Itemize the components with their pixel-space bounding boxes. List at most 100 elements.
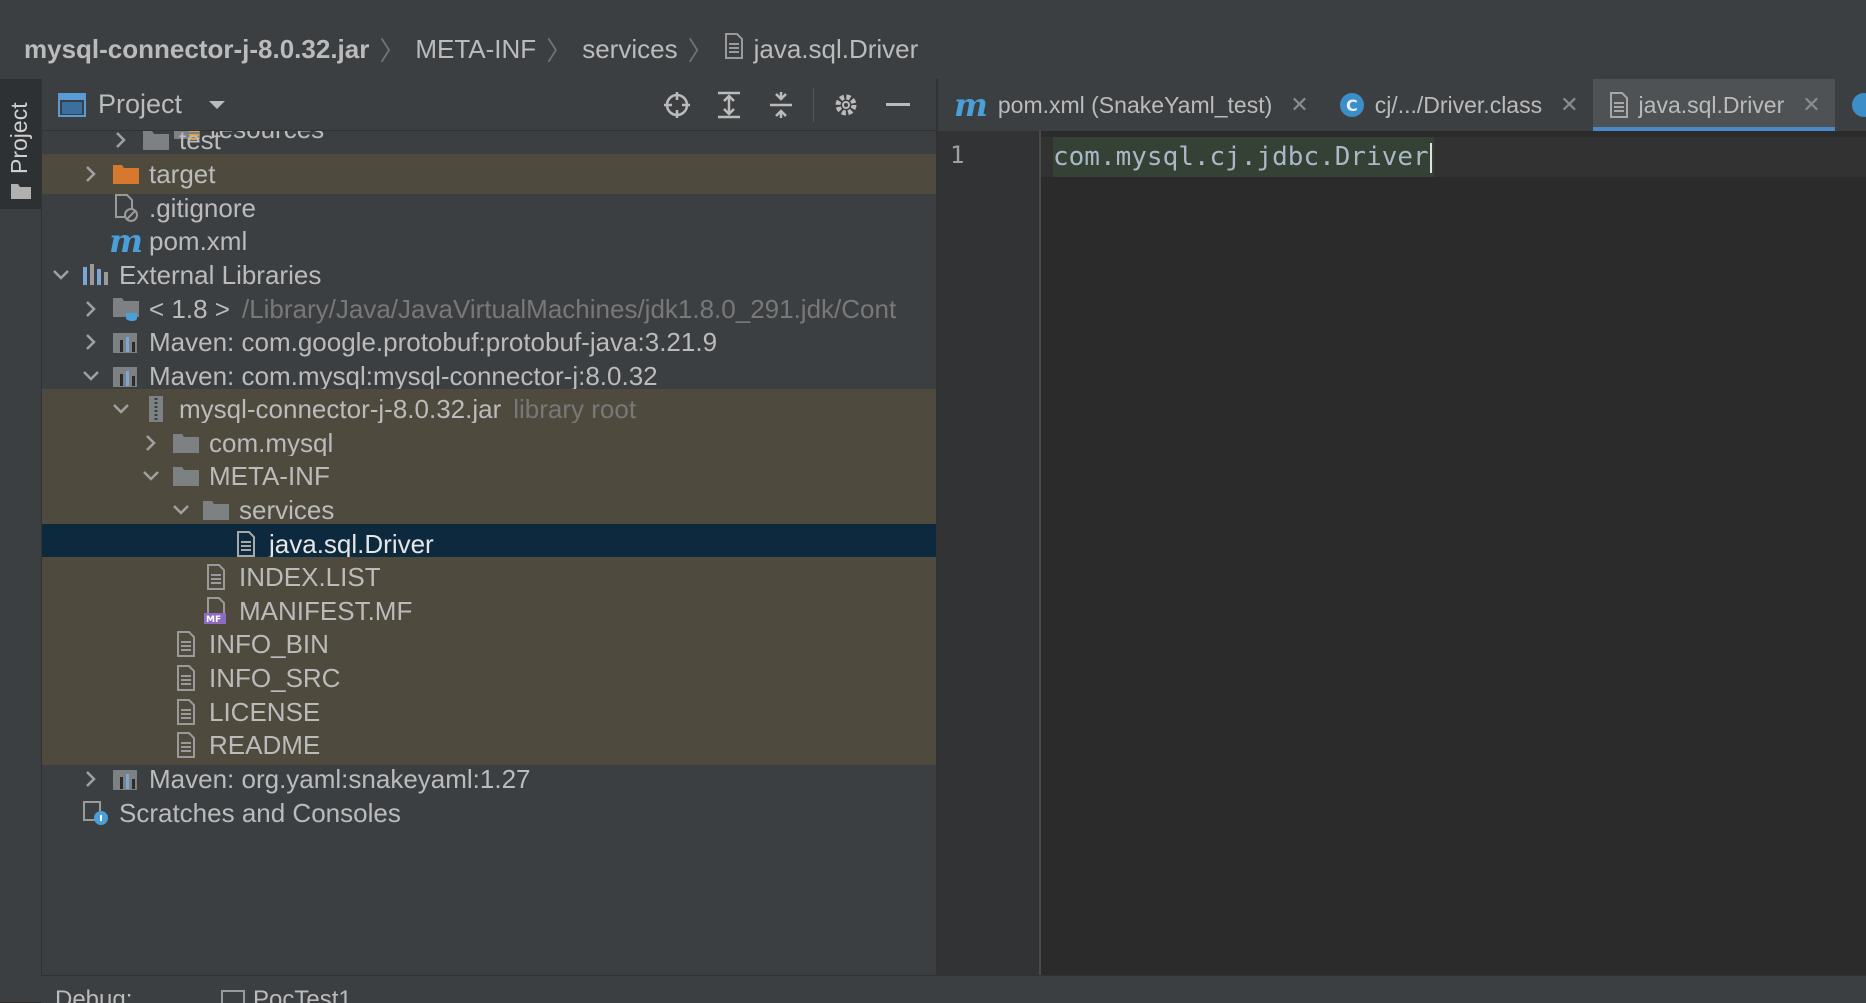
file-icon xyxy=(231,529,261,559)
folder-icon xyxy=(141,131,171,155)
tree-label: services xyxy=(239,494,335,525)
libraries-icon xyxy=(81,260,111,290)
ignore-file-icon xyxy=(111,193,141,223)
chevron-down-icon[interactable] xyxy=(169,498,193,522)
tree-label: README xyxy=(209,729,321,760)
manifest-file-icon: MF xyxy=(201,596,231,626)
tree-label: Maven: org.yaml:snakeyaml:1.27 xyxy=(149,763,531,794)
tree-label: Scratches and Consoles xyxy=(119,797,401,828)
code-line[interactable]: com.mysql.cj.jdbc.Driver xyxy=(1053,137,1434,177)
chevron-right-icon: 〉 xyxy=(687,35,714,66)
tab-driver-class[interactable]: C cj/.../Driver.class ✕ xyxy=(1323,79,1593,131)
tree-label: INDEX.LIST xyxy=(239,561,381,592)
breadcrumb-jar[interactable]: mysql-connector-j-8.0.32.jar xyxy=(24,34,369,65)
tree-label: META-INF xyxy=(209,460,330,491)
jar-icon xyxy=(141,394,171,424)
chevron-down-icon[interactable] xyxy=(79,364,103,388)
project-panel-header: Project xyxy=(42,79,936,131)
tree-label: java.sql.Driver xyxy=(269,528,434,559)
svg-text:C: C xyxy=(1346,96,1358,115)
maven-icon: m xyxy=(954,86,988,124)
tree-label: mysql-connector-j-8.0.32.jar xyxy=(179,393,502,424)
tree-label: < 1.8 > xyxy=(149,293,230,324)
gear-icon[interactable] xyxy=(820,87,872,123)
breadcrumb-java-sql-driver[interactable]: java.sql.Driver xyxy=(754,34,919,65)
file-icon xyxy=(724,32,744,66)
expand-all-icon[interactable] xyxy=(703,87,755,123)
tree-label: .gitignore xyxy=(149,192,256,223)
tree-label: test xyxy=(179,131,221,155)
debug-tab-label: PocTest1 xyxy=(253,986,352,1003)
debug-label: Debug: xyxy=(55,986,133,1003)
class-icon xyxy=(1851,92,1866,118)
run-config-icon xyxy=(221,990,245,1003)
file-icon xyxy=(171,629,201,659)
tab-pom-xml[interactable]: m pom.xml (SnakeYaml_test) ✕ xyxy=(938,79,1323,131)
tab-java-sql-driver[interactable]: java.sql.Driver ✕ xyxy=(1592,79,1835,131)
hide-panel-icon[interactable] xyxy=(872,87,924,123)
chevron-down-icon[interactable] xyxy=(49,263,73,287)
locate-icon[interactable] xyxy=(651,87,703,123)
tab-label: pom.xml (SnakeYaml_test) xyxy=(997,91,1273,118)
file-icon xyxy=(171,697,201,727)
chevron-right-icon[interactable] xyxy=(79,767,103,791)
tab-label: cj/.../Driver.class xyxy=(1374,91,1543,118)
tree-label: LICENSE xyxy=(209,696,321,727)
chevron-down-icon[interactable] xyxy=(208,99,226,111)
tab-label: java.sql.Driver xyxy=(1638,91,1785,118)
editor-gutter: 1 xyxy=(938,131,1041,975)
maven-icon: m xyxy=(109,222,143,260)
folder-icon xyxy=(10,182,32,205)
folder-icon xyxy=(171,461,201,491)
chevron-right-icon[interactable] xyxy=(109,131,133,152)
chevron-right-icon[interactable] xyxy=(79,297,103,321)
tree-label: MANIFEST.MF xyxy=(239,595,413,626)
tree-label: pom.xml xyxy=(149,225,248,256)
left-tool-strip: Project xyxy=(0,79,42,1002)
project-view-icon xyxy=(58,92,86,117)
chevron-down-icon[interactable] xyxy=(139,464,163,488)
debug-tab[interactable]: PocTest1 xyxy=(221,986,352,1003)
close-icon[interactable]: ✕ xyxy=(1560,92,1578,118)
file-icon xyxy=(201,562,231,592)
editor-area[interactable]: com.mysql.cj.jdbc.Driver xyxy=(1041,131,1866,975)
line-number: 1 xyxy=(950,141,965,169)
file-icon xyxy=(171,663,201,693)
project-view-title[interactable]: Project xyxy=(98,89,182,120)
jdk-path: /Library/Java/JavaVirtualMachines/jdk1.8… xyxy=(241,293,897,324)
excluded-folder-icon xyxy=(111,159,141,189)
project-tree: resources test target .gitignore m pom.x… xyxy=(42,131,936,975)
project-tab-label: Project xyxy=(6,102,32,174)
chevron-right-icon[interactable] xyxy=(79,330,103,354)
tree-label: INFO_BIN xyxy=(209,628,329,659)
scratches-icon xyxy=(81,798,111,828)
library-root-hint: library root xyxy=(513,393,637,424)
tree-label: External Libraries xyxy=(119,259,322,290)
tree-label: target xyxy=(149,158,216,189)
tab-overflow[interactable] xyxy=(1835,79,1866,131)
bottom-tool-bar: Debug: PocTest1 xyxy=(41,975,1866,1003)
jdk-folder-icon xyxy=(111,294,141,324)
tree-label: com.mysql xyxy=(209,427,334,458)
file-icon xyxy=(171,730,201,760)
chevron-right-icon[interactable] xyxy=(139,431,163,455)
chevron-right-icon[interactable] xyxy=(79,162,103,186)
tree-item-scratches[interactable]: Scratches and Consoles xyxy=(42,793,936,833)
tree-label: Maven: com.google.protobuf:protobuf-java… xyxy=(149,326,718,357)
breadcrumb-meta-inf[interactable]: META-INF xyxy=(415,34,536,65)
toolbar-divider xyxy=(813,88,814,122)
package-folder-icon xyxy=(171,428,201,458)
library-icon xyxy=(111,327,141,357)
chevron-right-icon: 〉 xyxy=(546,35,573,66)
project-tool-window-tab[interactable]: Project xyxy=(0,79,41,209)
close-icon[interactable]: ✕ xyxy=(1290,92,1308,118)
project-toolbar xyxy=(651,87,924,123)
collapse-all-icon[interactable] xyxy=(755,87,807,123)
text-caret xyxy=(1429,142,1432,173)
chevron-down-icon[interactable] xyxy=(109,397,133,421)
chevron-right-icon: 〉 xyxy=(379,35,406,66)
close-icon[interactable]: ✕ xyxy=(1802,92,1820,118)
breadcrumb-services[interactable]: services xyxy=(582,34,677,65)
tree-label: INFO_SRC xyxy=(209,662,341,693)
library-icon xyxy=(111,764,141,794)
